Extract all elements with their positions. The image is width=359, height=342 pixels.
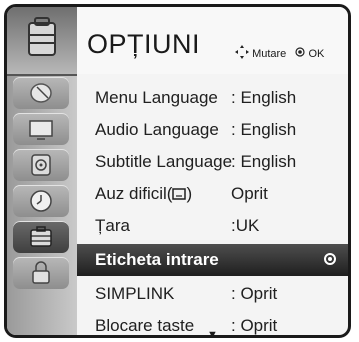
sidebar-item-time[interactable] xyxy=(13,185,69,217)
row-value: :UK xyxy=(231,216,260,235)
row-value: : Oprit xyxy=(231,284,278,303)
scroll-down-icon[interactable]: ▼ xyxy=(207,329,218,335)
list-item[interactable]: SIMPLINK : Oprit xyxy=(77,278,348,310)
row-label: Țara xyxy=(95,216,130,235)
ok-hint-label: OK xyxy=(308,47,325,60)
options-case-icon xyxy=(30,226,52,247)
speaker-icon xyxy=(31,154,51,176)
sidebar-item-picture[interactable] xyxy=(13,113,69,145)
lock-icon xyxy=(32,261,50,284)
row-label: Eticheta intrare xyxy=(95,250,219,269)
options-menu-window: OPȚIUNI Mutare OK Menu Language: Englis… xyxy=(4,4,351,338)
row-value: Oprit xyxy=(231,184,268,203)
row-label: Auz dificil() xyxy=(95,184,193,203)
page-title: OPȚIUNI xyxy=(87,29,201,59)
satellite-dish-icon xyxy=(30,83,52,103)
tv-screen-icon xyxy=(29,120,53,140)
options-list: Menu Language : English Audio Language :… xyxy=(77,74,348,335)
list-item-selected[interactable]: Eticheta intrare xyxy=(77,244,348,276)
move-hint-label: Mutare xyxy=(252,47,287,60)
row-label: Audio Language xyxy=(95,120,219,139)
row-value: : English xyxy=(231,152,297,171)
clock-icon xyxy=(30,190,52,212)
list-item[interactable]: Țara :UK xyxy=(77,210,348,242)
sidebar-item-lock[interactable] xyxy=(13,257,69,289)
list-item[interactable]: Audio Language : English xyxy=(77,114,348,146)
list-item[interactable]: Menu Language : English xyxy=(77,82,348,114)
row-label: Subtitle Language xyxy=(95,152,233,171)
ok-select-icon xyxy=(324,253,336,265)
category-sidebar xyxy=(7,7,77,335)
subtitle-box-icon xyxy=(172,188,187,200)
row-label: Blocare taste xyxy=(95,316,195,335)
row-value: : English xyxy=(231,120,297,139)
options-category-header-icon xyxy=(7,7,77,76)
sidebar-item-satellite[interactable] xyxy=(13,77,69,109)
row-label: SIMPLINK xyxy=(95,284,175,303)
sidebar-item-options[interactable] xyxy=(13,221,69,253)
list-item[interactable]: Auz dificil() Oprit xyxy=(77,178,348,210)
ok-button-icon xyxy=(295,47,305,60)
row-value: : English xyxy=(231,88,297,107)
sidebar-item-audio[interactable] xyxy=(13,149,69,181)
navigation-hints: Mutare OK xyxy=(235,45,324,62)
row-value: : Oprit xyxy=(231,316,278,335)
move-arrows-icon xyxy=(235,45,249,62)
options-case-large-icon xyxy=(28,17,56,56)
menu-header: OPȚIUNI Mutare OK xyxy=(77,7,348,74)
row-label: Menu Language xyxy=(95,88,218,107)
list-item[interactable]: Subtitle Language : English xyxy=(77,146,348,178)
